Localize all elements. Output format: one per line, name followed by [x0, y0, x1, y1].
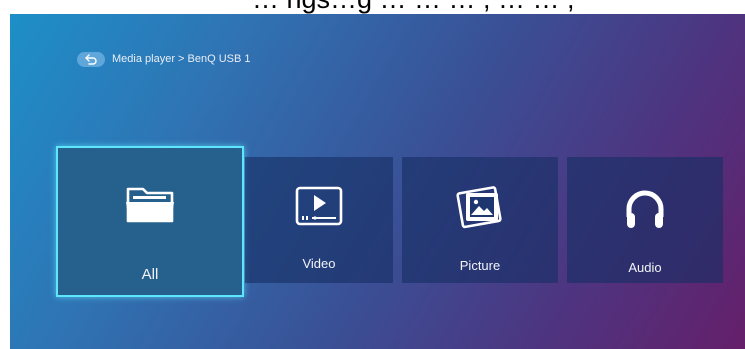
- tile-video[interactable]: Video: [245, 157, 393, 283]
- headphones-icon: [626, 190, 664, 228]
- back-arrow-icon: [85, 53, 97, 65]
- cropped-heading-text: … ngs…g … … … , … … ,: [252, 0, 575, 14]
- breadcrumb-path: Media player > BenQ USB 1: [112, 53, 251, 65]
- tile-audio[interactable]: Audio: [567, 157, 723, 283]
- picture-icon: [456, 186, 502, 229]
- tile-label-audio: Audio: [628, 260, 662, 275]
- tile-picture[interactable]: Picture: [402, 157, 558, 283]
- video-player-icon: [295, 186, 343, 226]
- tile-label-picture: Picture: [459, 258, 501, 273]
- tile-label-video: Video: [302, 256, 336, 271]
- back-button[interactable]: [77, 51, 105, 67]
- breadcrumb: Media player > BenQ USB 1: [77, 50, 251, 68]
- media-player-screen: Media player > BenQ USB 1 All Video Pict…: [10, 14, 745, 349]
- folder-icon: [126, 187, 174, 223]
- tile-label-all: All: [141, 266, 159, 283]
- tile-all[interactable]: All: [56, 146, 244, 297]
- top-cropped-text-strip: … ngs…g … … … , … … ,: [0, 0, 745, 14]
